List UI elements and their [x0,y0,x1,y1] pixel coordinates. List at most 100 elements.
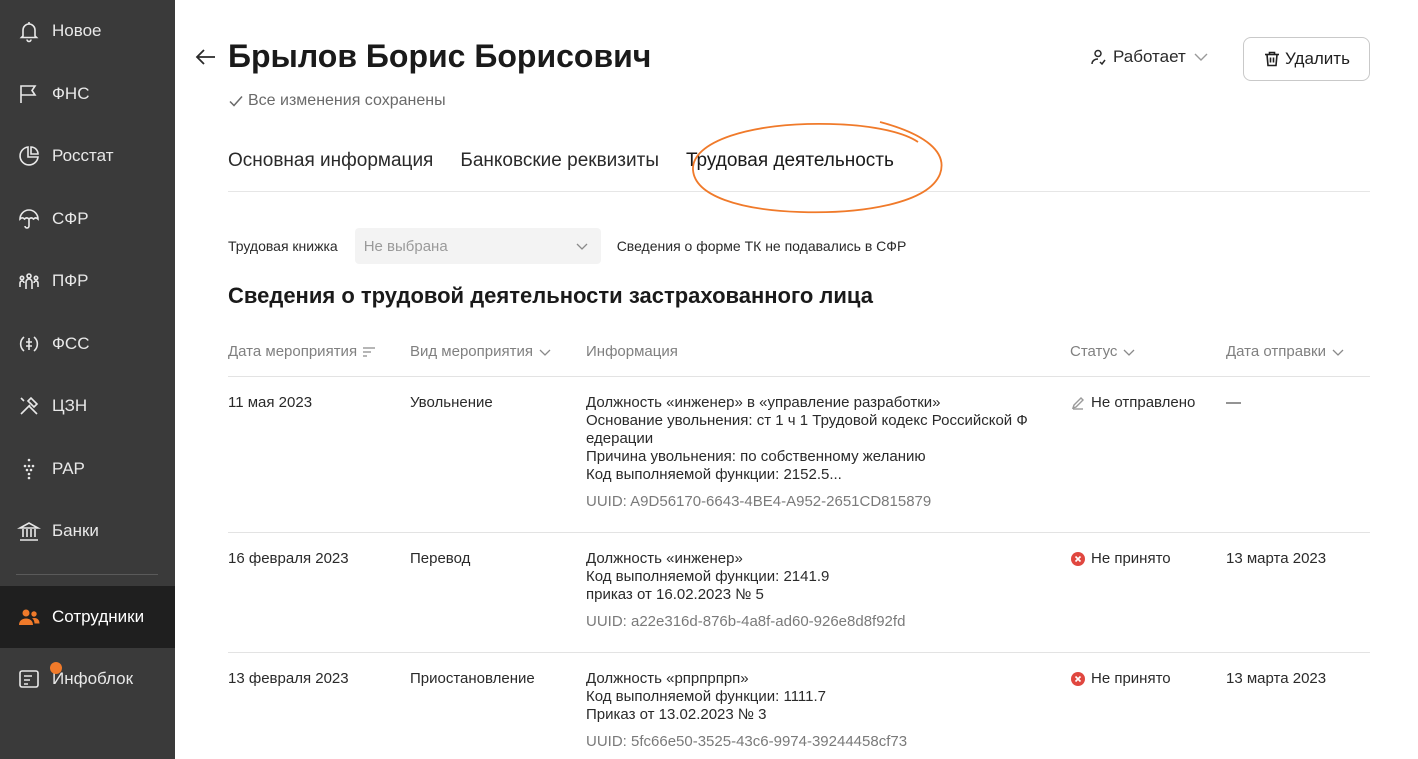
work-book-select-value: Не выбрана [363,237,448,255]
col-header-sent[interactable]: Дата отправки [1226,343,1345,360]
work-book-label: Трудовая книжка [228,238,338,254]
sidebar-item-infoblok[interactable]: Инфоблок [0,648,175,710]
umbrella-icon [16,206,42,232]
trash-icon [1265,51,1280,67]
row-status: Не принято [1070,670,1171,688]
work-book-row: Трудовая книжка Не выбрана Сведения о фо… [228,228,906,264]
flag-icon [16,81,42,107]
col-header-info: Информация [586,343,678,360]
col-header-date[interactable]: Дата мероприятия [228,343,376,360]
pencil-icon [1071,397,1084,410]
sidebar-divider [16,574,158,575]
work-book-note: Сведения о форме ТК не подавались в СФР [616,238,907,254]
tab-work-activity[interactable]: Трудовая деятельность [686,150,894,172]
chart-pie-icon [16,143,42,169]
row-info: Должность «инженер» в «управление разраб… [586,394,1046,511]
sidebar-item-pfr[interactable]: ПФР [0,250,175,312]
header-divider [228,376,1370,377]
back-arrow-icon[interactable] [193,44,219,70]
row-uuid: UUID: 5fc66e50-3525-43c6-9974-39244458cf… [586,733,908,750]
sidebar-item-label: Новое [52,21,102,40]
row-date: 16 февраля 2023 [228,550,349,567]
sidebar-item-sotrudniki[interactable]: Сотрудники [0,586,175,648]
work-book-select[interactable]: Не выбрана [354,228,601,264]
sidebar-item-label: ФСС [52,334,90,353]
sidebar-item-label: Банки [52,521,99,540]
col-header-date-label: Дата мероприятия [228,343,358,360]
row-info: Должность «рпрпрпрп» Код выполняемой фун… [586,670,1046,751]
sidebar-item-label: Сотрудники [52,607,145,626]
info-line: едерации [586,430,654,447]
col-header-status-label: Статус [1070,343,1118,360]
chevron-down-icon [1332,349,1344,356]
employment-status-dropdown[interactable]: Работает [1089,47,1210,67]
sidebar-item-rar[interactable]: РАР [0,438,175,500]
col-header-type-label: Вид мероприятия [410,343,533,360]
row-info: Должность «инженер» Код выполняемой функ… [586,550,1046,631]
row-uuid: UUID: A9D56170-6643-4BE4-A952-2651CD8158… [586,493,932,510]
notification-badge [50,662,62,674]
row-status-label: Не принято [1091,670,1171,687]
sidebar: Новое ФНС Росстат СФР ПФР ФСС ЦЗН РАР Ба… [0,0,175,759]
col-header-status[interactable]: Статус [1070,343,1136,360]
employees-icon [16,604,42,630]
sidebar-item-sfr[interactable]: СФР [0,188,175,250]
tab-basic-info[interactable]: Основная информация [228,150,433,172]
chevron-down-icon [539,349,551,356]
info-line: Должность «инженер» в «управление разраб… [586,394,941,411]
info-line: Должность «рпрпрпрп» [586,670,749,687]
checkmark-icon [229,96,243,107]
info-line: Приказ от 13.02.2023 № 3 [586,706,767,723]
main-content: Брылов Борис Борисович Все изменения сох… [175,0,1418,759]
sidebar-item-label: СФР [52,209,89,228]
save-status: Все изменения сохранены [228,92,446,110]
row-date: 11 мая 2023 [228,394,313,411]
save-status-text: Все изменения сохранены [248,92,446,109]
row-divider [228,652,1370,653]
delete-button[interactable]: Удалить [1243,37,1370,81]
employment-status-label: Работает [1113,47,1186,66]
sort-icon [363,346,376,357]
sidebar-item-label: ЦЗН [52,396,88,415]
row-uuid: UUID: a22e316d-876b-4a8f-ad60-926e8d8f92… [586,613,906,630]
page-title: Брылов Борис Борисович [228,38,652,74]
info-line: Причина увольнения: по собственному жела… [586,448,926,465]
row-type: Перевод [410,550,471,567]
info-line: Основание увольнения: ст 1 ч 1 Трудовой … [586,412,1028,429]
col-header-sent-label: Дата отправки [1226,343,1326,360]
delete-button-label: Удалить [1285,49,1350,68]
people-group-icon [16,268,42,294]
person-status-icon [1091,49,1106,66]
section-title: Сведения о трудовой деятельности застрах… [228,283,873,308]
row-date: 13 февраля 2023 [228,670,349,687]
col-header-type[interactable]: Вид мероприятия [410,343,552,360]
chevron-down-icon [1194,53,1208,61]
tab-bank-details[interactable]: Банковские реквизиты [460,150,659,172]
tabs: Основная информация Банковские реквизиты… [228,150,921,172]
sidebar-item-czn[interactable]: ЦЗН [0,375,175,437]
sidebar-item-banki[interactable]: Банки [0,500,175,562]
sidebar-item-label: ПФР [52,271,89,290]
sidebar-item-label: ФНС [52,84,90,103]
info-line: Код выполняемой функции: 1111.7 [586,688,826,705]
error-circle-icon [1071,672,1085,686]
row-status: Не отправлено [1070,394,1195,412]
row-sent-date: — [1226,394,1241,411]
sidebar-item-label: Инфоблок [52,669,134,688]
sidebar-item-novoe[interactable]: Новое [0,0,175,62]
row-type: Приостановление [410,670,535,687]
info-line: Должность «инженер» [586,550,743,567]
info-line: приказ от 16.02.2023 № 5 [586,586,764,603]
sidebar-item-fns[interactable]: ФНС [0,63,175,125]
sidebar-item-fss[interactable]: ФСС [0,313,175,375]
sidebar-item-rosstat[interactable]: Росстат [0,125,175,187]
bank-icon [16,518,42,544]
infoblock-icon [16,662,62,692]
row-sent-date: 13 марта 2023 [1226,550,1327,567]
tools-icon [16,393,42,419]
info-line: Код выполняемой функции: 2141.9 [586,568,830,585]
sidebar-item-label: Росстат [52,146,114,165]
shield-circle-icon [16,331,42,357]
row-type: Увольнение [410,394,493,411]
chevron-down-icon [1123,349,1135,356]
